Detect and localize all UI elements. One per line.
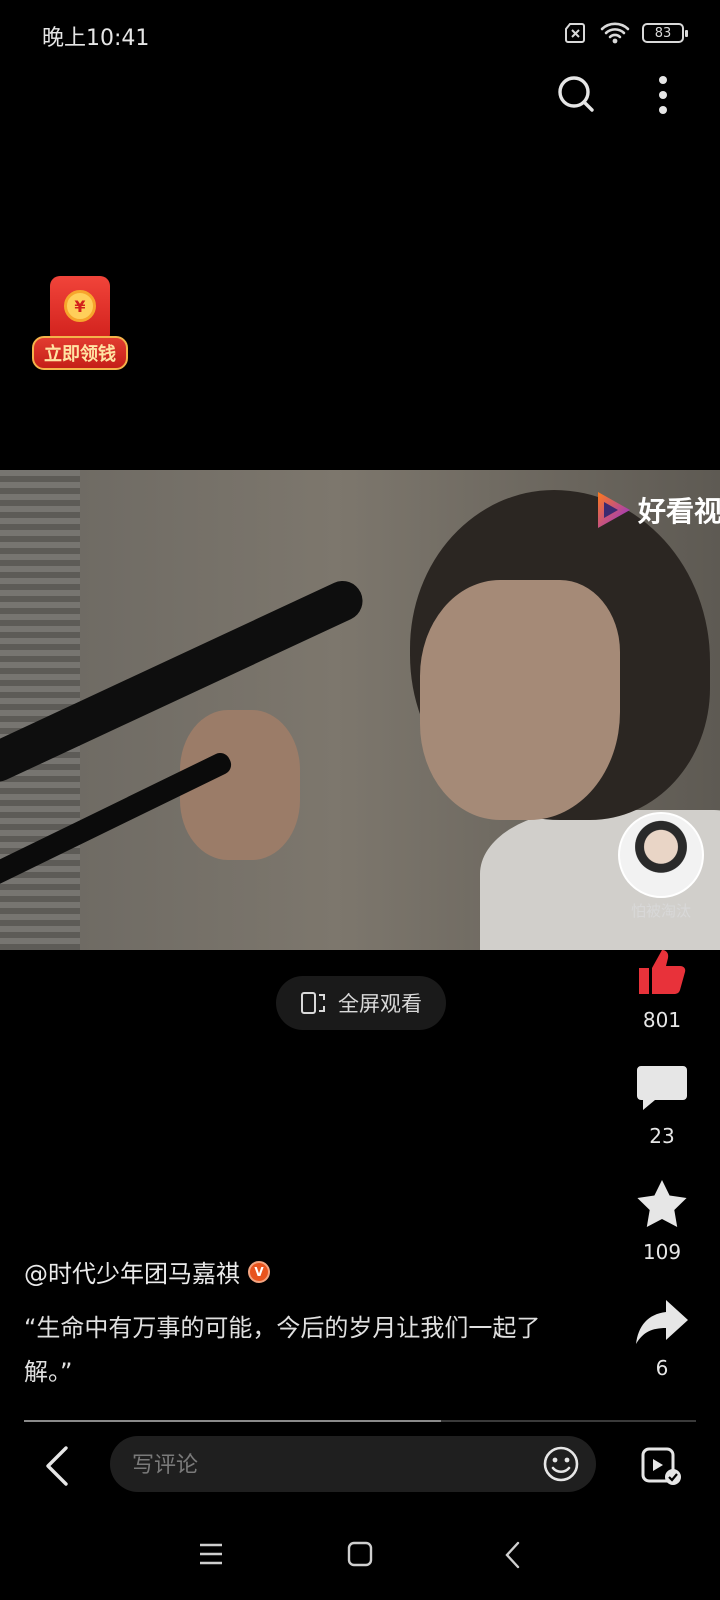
status-time: 晚上10:41	[42, 26, 150, 51]
avatar	[618, 812, 704, 898]
comment-input[interactable]	[130, 1436, 514, 1494]
red-packet-label: 立即领钱	[32, 336, 128, 370]
nav-back-icon[interactable]	[504, 1540, 522, 1570]
fullscreen-button[interactable]: 全屏观看	[276, 976, 446, 1030]
author-handle: @时代少年团马嘉祺	[24, 1260, 240, 1288]
battery-level: 83	[654, 25, 672, 41]
nav-menu-icon[interactable]	[198, 1542, 224, 1566]
video-player[interactable]: 好看视	[0, 470, 720, 950]
fullscreen-label: 全屏观看	[338, 992, 422, 1016]
comment-button[interactable]: 23	[620, 1064, 704, 1148]
battery-icon: 83	[642, 23, 688, 43]
haokan-logo-icon	[598, 492, 630, 528]
progress-fill	[24, 1420, 441, 1422]
comment-box[interactable]	[110, 1436, 596, 1494]
favorite-count: 109	[642, 1240, 682, 1264]
sim-off-icon	[565, 23, 585, 43]
video-clip-icon[interactable]	[640, 1444, 682, 1486]
wifi-icon	[600, 22, 630, 44]
emoji-icon[interactable]	[542, 1445, 580, 1483]
comment-bubble-icon	[637, 1066, 687, 1110]
like-count: 801	[642, 1008, 682, 1032]
status-icons: 83	[564, 22, 688, 44]
watermark-text: 好看视	[638, 495, 720, 528]
coin-icon: ¥	[64, 290, 96, 322]
fullscreen-rotate-icon	[301, 992, 325, 1014]
comment-count: 23	[649, 1124, 675, 1148]
verified-badge: V	[248, 1260, 270, 1283]
thumbs-up-icon	[639, 950, 686, 994]
creator-name: 怕被淘汰	[630, 902, 691, 920]
creator-avatar-button[interactable]: 怕被淘汰	[616, 812, 706, 921]
video-subject-face	[420, 580, 620, 820]
nav-home-icon[interactable]	[346, 1540, 374, 1568]
share-count: 6	[655, 1356, 669, 1380]
share-arrow-icon	[636, 1300, 688, 1344]
share-button[interactable]: 6	[620, 1298, 704, 1380]
more-vertical-icon[interactable]	[648, 74, 678, 116]
favorite-button[interactable]: 109	[620, 1178, 704, 1264]
star-icon	[637, 1180, 687, 1227]
like-button[interactable]: 801	[620, 944, 704, 1032]
watermark: 好看视	[596, 490, 720, 530]
progress-bar[interactable]	[24, 1420, 696, 1422]
search-icon[interactable]	[556, 74, 596, 114]
back-icon[interactable]	[40, 1444, 76, 1488]
post-description: “生命中有万事的可能，今后的岁月让我们一起了解。”	[24, 1314, 541, 1386]
author-name[interactable]: @时代少年团马嘉祺 V	[24, 1254, 270, 1289]
red-packet-widget[interactable]: ¥ 立即领钱	[32, 276, 128, 370]
